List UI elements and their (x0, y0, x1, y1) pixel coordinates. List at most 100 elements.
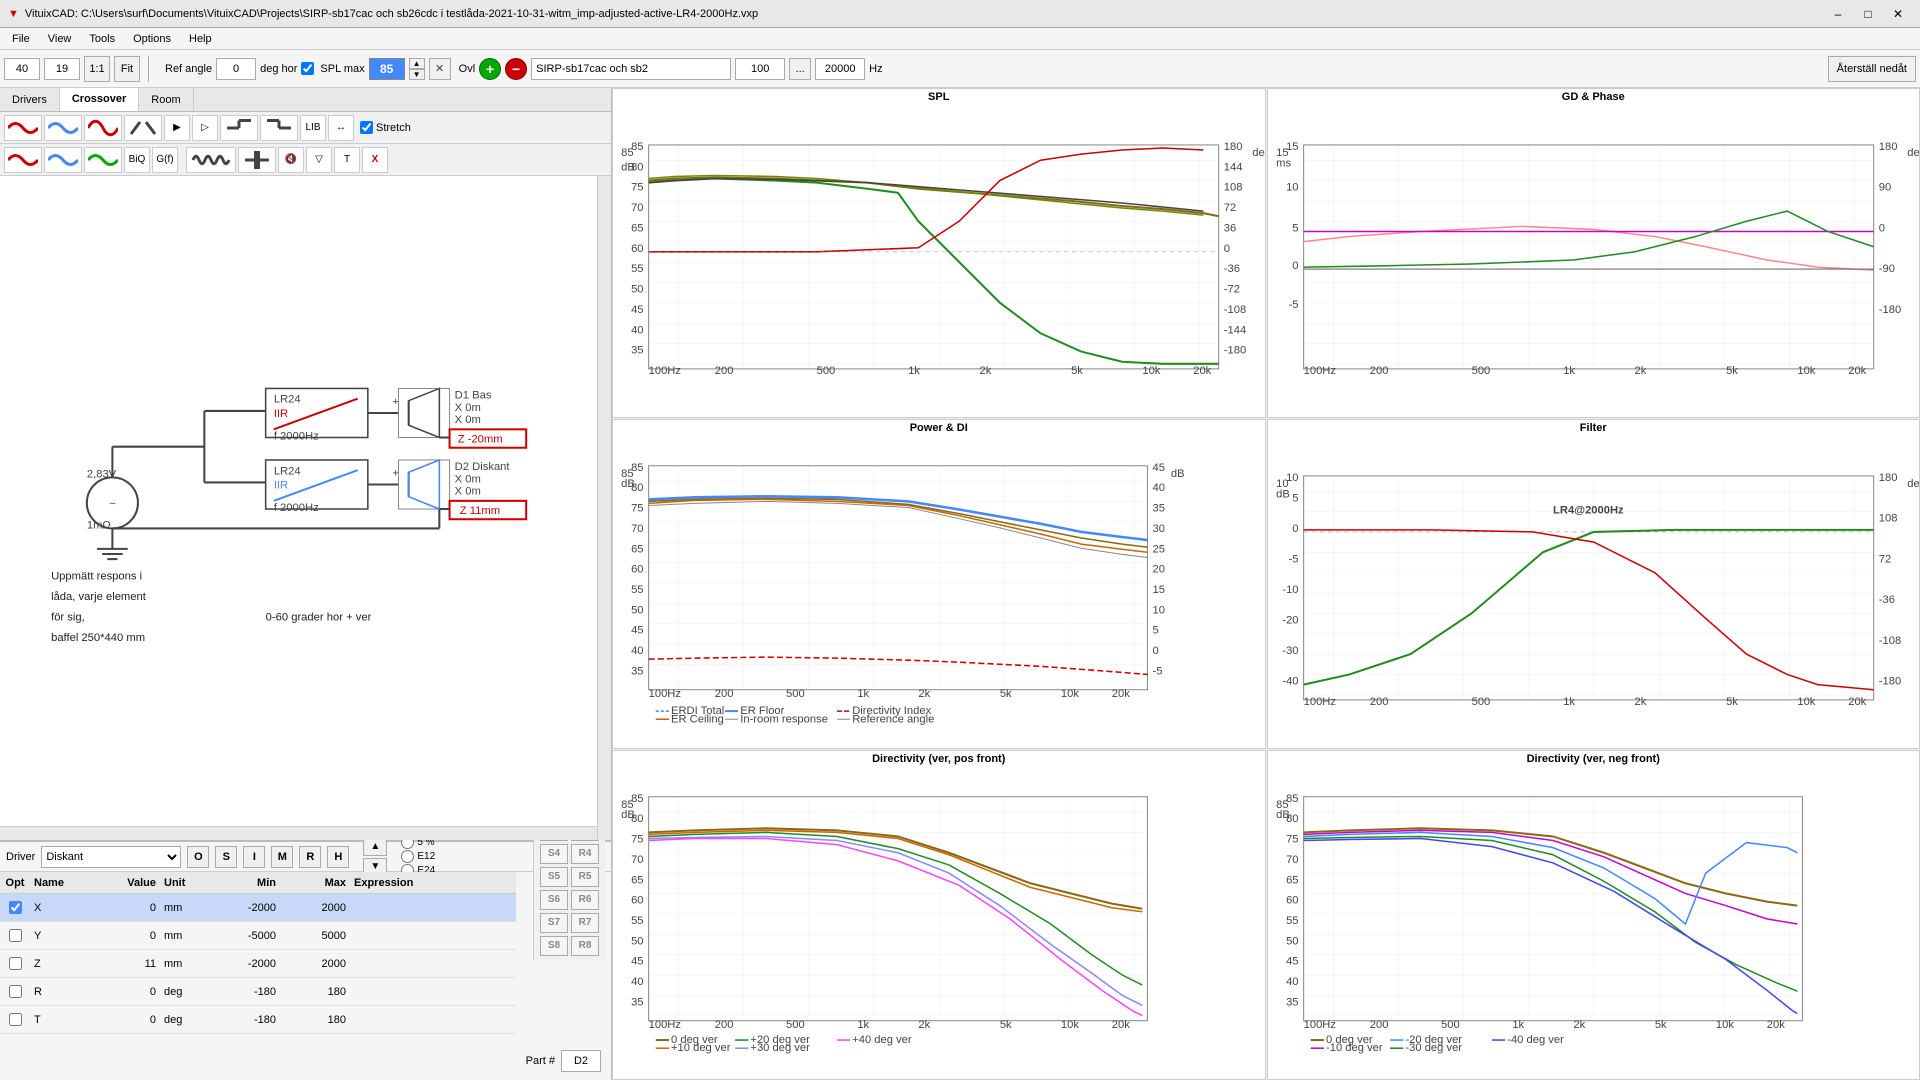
svg-text:D2 Diskant: D2 Diskant (455, 461, 511, 473)
ovl-minus-button[interactable]: − (505, 58, 527, 80)
param-row-x[interactable]: X 0 mm -2000 2000 (0, 894, 516, 922)
svg-text:35: 35 (631, 996, 643, 1008)
tab-crossover[interactable]: Crossover (60, 88, 139, 111)
btn-s[interactable]: S (215, 846, 237, 868)
param-r-min: -180 (210, 986, 280, 998)
maximize-button[interactable]: □ (1854, 3, 1882, 25)
param-row-r[interactable]: R 0 deg -180 180 (0, 978, 516, 1006)
tridown-button[interactable]: ▽ (306, 147, 332, 173)
freq-start-input[interactable] (735, 58, 785, 80)
spl-down-button[interactable]: ▼ (409, 69, 425, 80)
btn-m[interactable]: M (271, 846, 293, 868)
gf-button[interactable]: G(f) (152, 147, 178, 173)
fit-button[interactable]: Fit (114, 56, 140, 82)
schematic-scrollbar-h[interactable] (0, 826, 597, 840)
svg-text:65: 65 (1286, 874, 1298, 886)
menu-help[interactable]: Help (181, 29, 220, 49)
zoom-num2[interactable] (44, 58, 80, 80)
spl-x-button[interactable]: ✕ (429, 58, 451, 80)
app-logo: ▼ (8, 8, 19, 20)
param-z-checkbox[interactable] (9, 957, 22, 970)
param-x-checkbox[interactable] (9, 901, 22, 914)
ref-angle-label: Ref angle (165, 63, 212, 75)
param-row-y[interactable]: Y 0 mm -5000 5000 (0, 922, 516, 950)
chart-gd-phase: GD & Phase 15 ms 15 10 5 0 -5 180 90 0 -… (1267, 88, 1920, 418)
minimize-button[interactable]: – (1824, 3, 1852, 25)
ref-angle-input[interactable] (216, 58, 256, 80)
wave2-button[interactable] (44, 115, 82, 141)
svg-text:20k: 20k (1848, 365, 1866, 377)
chart-filter-title: Filter (1268, 420, 1920, 436)
svg-text:100Hz: 100Hz (649, 688, 682, 700)
stretch-checkbox[interactable] (360, 121, 373, 134)
play-outline-button[interactable]: ▷ (192, 115, 218, 141)
svg-text:80: 80 (631, 482, 643, 494)
param-row-t[interactable]: T 0 deg -180 180 (0, 1006, 516, 1034)
variant-s4[interactable]: S4 (540, 844, 568, 864)
zoom-num1[interactable] (4, 58, 40, 80)
variant-r4[interactable]: R4 (571, 844, 599, 864)
param-row-z[interactable]: Z 11 mm -2000 2000 (0, 950, 516, 978)
btn-o[interactable]: O (187, 846, 209, 868)
up-button[interactable]: ▲ (363, 838, 387, 856)
biq-button[interactable]: BiQ (124, 147, 150, 173)
btn-h[interactable]: H (327, 846, 349, 868)
ovl-plus-button[interactable]: + (479, 58, 501, 80)
deg-hor-checkbox[interactable] (301, 62, 314, 75)
svg-text:200: 200 (1369, 1019, 1388, 1031)
cap-button[interactable] (238, 147, 276, 173)
menu-view[interactable]: View (40, 29, 80, 49)
tab-room[interactable]: Room (139, 88, 193, 111)
svg-text:dB: dB (1171, 468, 1185, 480)
svg-text:30: 30 (1153, 523, 1165, 535)
schematic-scrollbar-v[interactable] (597, 176, 611, 840)
lib-button[interactable]: LIB (300, 115, 326, 141)
wave6-button[interactable] (44, 147, 82, 173)
btn-i[interactable]: I (243, 846, 265, 868)
wave5-button[interactable] (4, 147, 42, 173)
coil-button[interactable] (186, 147, 236, 173)
ratio-button[interactable]: 1:1 (84, 56, 110, 82)
reset-button[interactable]: Återställ nedåt (1828, 56, 1916, 82)
svg-text:108: 108 (1224, 182, 1243, 194)
partnum-input[interactable] (561, 1050, 601, 1072)
param-t-name: T (30, 1014, 90, 1026)
play-button[interactable]: ▶ (164, 115, 190, 141)
svg-text:1k: 1k (857, 688, 869, 700)
wave7-button[interactable] (84, 147, 122, 173)
svg-text:65: 65 (631, 222, 643, 234)
arrow-button[interactable]: ↔ (328, 115, 354, 141)
svg-text:100Hz: 100Hz (649, 1019, 682, 1031)
svg-text:5k: 5k (1071, 365, 1083, 377)
svg-text:200: 200 (1369, 365, 1388, 377)
tab-drivers[interactable]: Drivers (0, 88, 60, 111)
wave4-button[interactable] (124, 115, 162, 141)
spl-up-button[interactable]: ▲ (409, 58, 425, 69)
param-r-checkbox[interactable] (9, 985, 22, 998)
svg-text:55: 55 (631, 584, 643, 596)
mute-button[interactable]: 🔇 (278, 147, 304, 173)
freq-dots-button[interactable]: ... (789, 58, 811, 80)
close-button[interactable]: ✕ (1884, 3, 1912, 25)
driver-select[interactable]: Diskant Bas (41, 846, 181, 868)
hpf-button[interactable] (220, 115, 258, 141)
x-button[interactable]: X (362, 147, 388, 173)
spl-max-input[interactable] (369, 58, 405, 80)
btn-r[interactable]: R (299, 846, 321, 868)
param-y-checkbox[interactable] (9, 929, 22, 942)
project-input[interactable] (531, 58, 731, 80)
menu-tools[interactable]: Tools (81, 29, 123, 49)
snap-e12[interactable]: E12 (401, 850, 435, 863)
t-button[interactable]: T (334, 147, 360, 173)
svg-text:500: 500 (786, 688, 805, 700)
svg-text:-5: -5 (1288, 299, 1298, 311)
menu-file[interactable]: File (4, 29, 38, 49)
menu-options[interactable]: Options (125, 29, 179, 49)
wave3-button[interactable] (84, 115, 122, 141)
param-t-checkbox[interactable] (9, 1013, 22, 1026)
driver-row: Driver Diskant Bas O S I M R H ▲ ▼ Sn (0, 842, 611, 872)
svg-text:5k: 5k (1000, 1019, 1012, 1031)
wave1-button[interactable] (4, 115, 42, 141)
freq-end-input[interactable] (815, 58, 865, 80)
lpf-button[interactable] (260, 115, 298, 141)
